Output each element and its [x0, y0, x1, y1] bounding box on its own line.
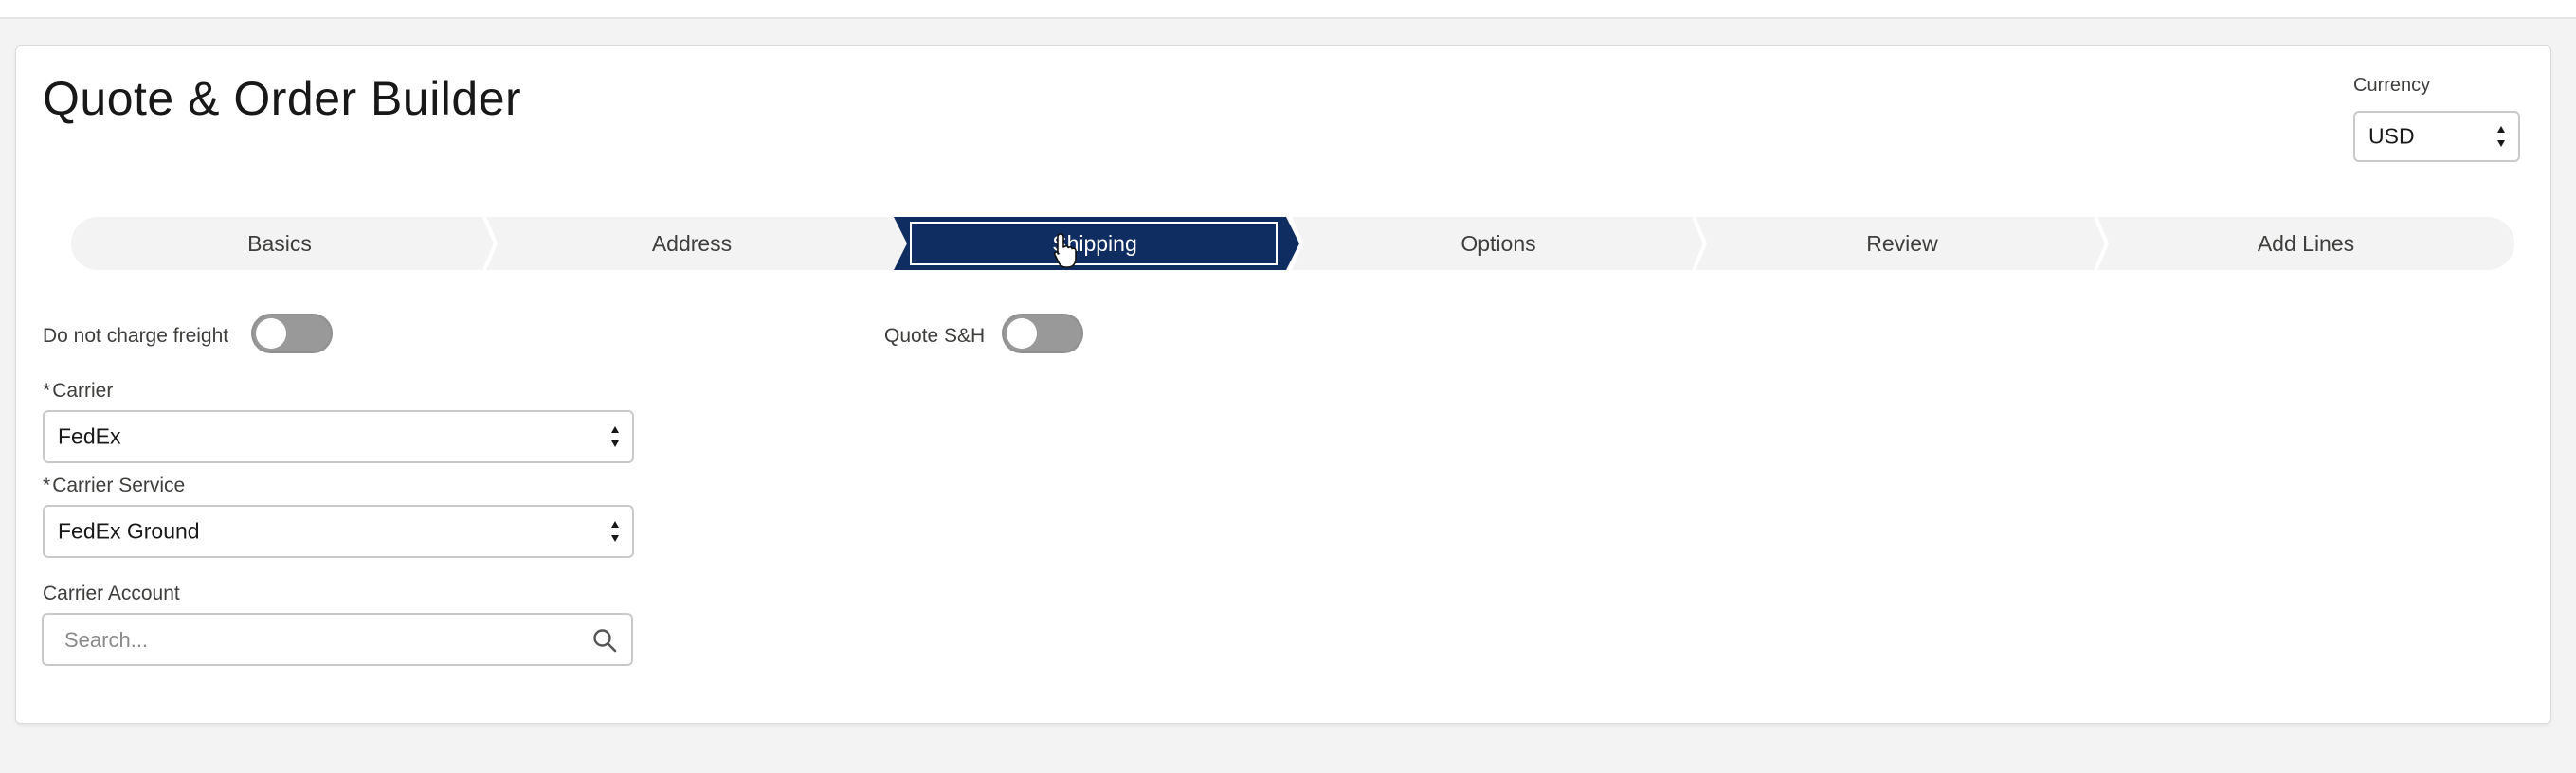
stage-shipping[interactable]: Shipping	[905, 217, 1284, 270]
select-arrows-icon	[611, 521, 619, 542]
stage-label-add-lines: Add Lines	[2257, 230, 2355, 256]
stage-label-address: Address	[651, 230, 733, 256]
stage-label-review: Review	[1866, 230, 1938, 256]
stage-options[interactable]: Options	[1299, 217, 1697, 270]
carrier-service-select[interactable]: FedEx Ground	[43, 505, 634, 558]
carrier-service-label: *Carrier Service	[43, 475, 185, 497]
stage-review[interactable]: Review	[1703, 217, 2101, 270]
toggle-knob	[1007, 318, 1037, 349]
carrier-select[interactable]: FedEx	[43, 410, 634, 463]
carrier-account-search[interactable]	[42, 613, 633, 666]
select-arrows-icon	[611, 426, 619, 447]
pointer-cursor-icon	[1053, 233, 1077, 268]
top-bar	[0, 0, 2576, 19]
quote-sh-toggle[interactable]	[1002, 314, 1083, 353]
required-mark: *	[43, 475, 51, 496]
required-mark: *	[43, 380, 51, 402]
stage-address[interactable]: Address	[488, 217, 896, 270]
currency-value: USD	[2368, 123, 2415, 149]
toggle-knob	[256, 318, 286, 349]
stage-label-options: Options	[1460, 230, 1536, 256]
quote-sh-label: Quote S&H	[884, 325, 986, 347]
currency-select[interactable]: USD	[2353, 111, 2520, 162]
do-not-charge-freight-toggle[interactable]	[251, 314, 333, 353]
carrier-label-text: Carrier	[52, 380, 114, 402]
carrier-account-label: Carrier Account	[43, 583, 180, 604]
stage-path: Basics Address Shipping Options Review A…	[71, 217, 2514, 270]
do-not-charge-freight-label: Do not charge freight	[43, 325, 229, 347]
carrier-value: FedEx	[58, 423, 121, 449]
page-title: Quote & Order Builder	[43, 72, 522, 125]
carrier-label: *Carrier	[43, 380, 113, 403]
select-arrows-icon	[2497, 126, 2505, 147]
stage-basics[interactable]: Basics	[71, 217, 488, 270]
stage-label-basics: Basics	[247, 230, 312, 256]
stage-add-lines[interactable]: Add Lines	[2107, 217, 2505, 270]
carrier-account-input[interactable]	[63, 622, 597, 658]
carrier-service-value: FedEx Ground	[58, 518, 200, 544]
carrier-service-label-text: Carrier Service	[52, 475, 186, 496]
search-icon[interactable]	[591, 627, 618, 654]
currency-label: Currency	[2353, 75, 2431, 96]
